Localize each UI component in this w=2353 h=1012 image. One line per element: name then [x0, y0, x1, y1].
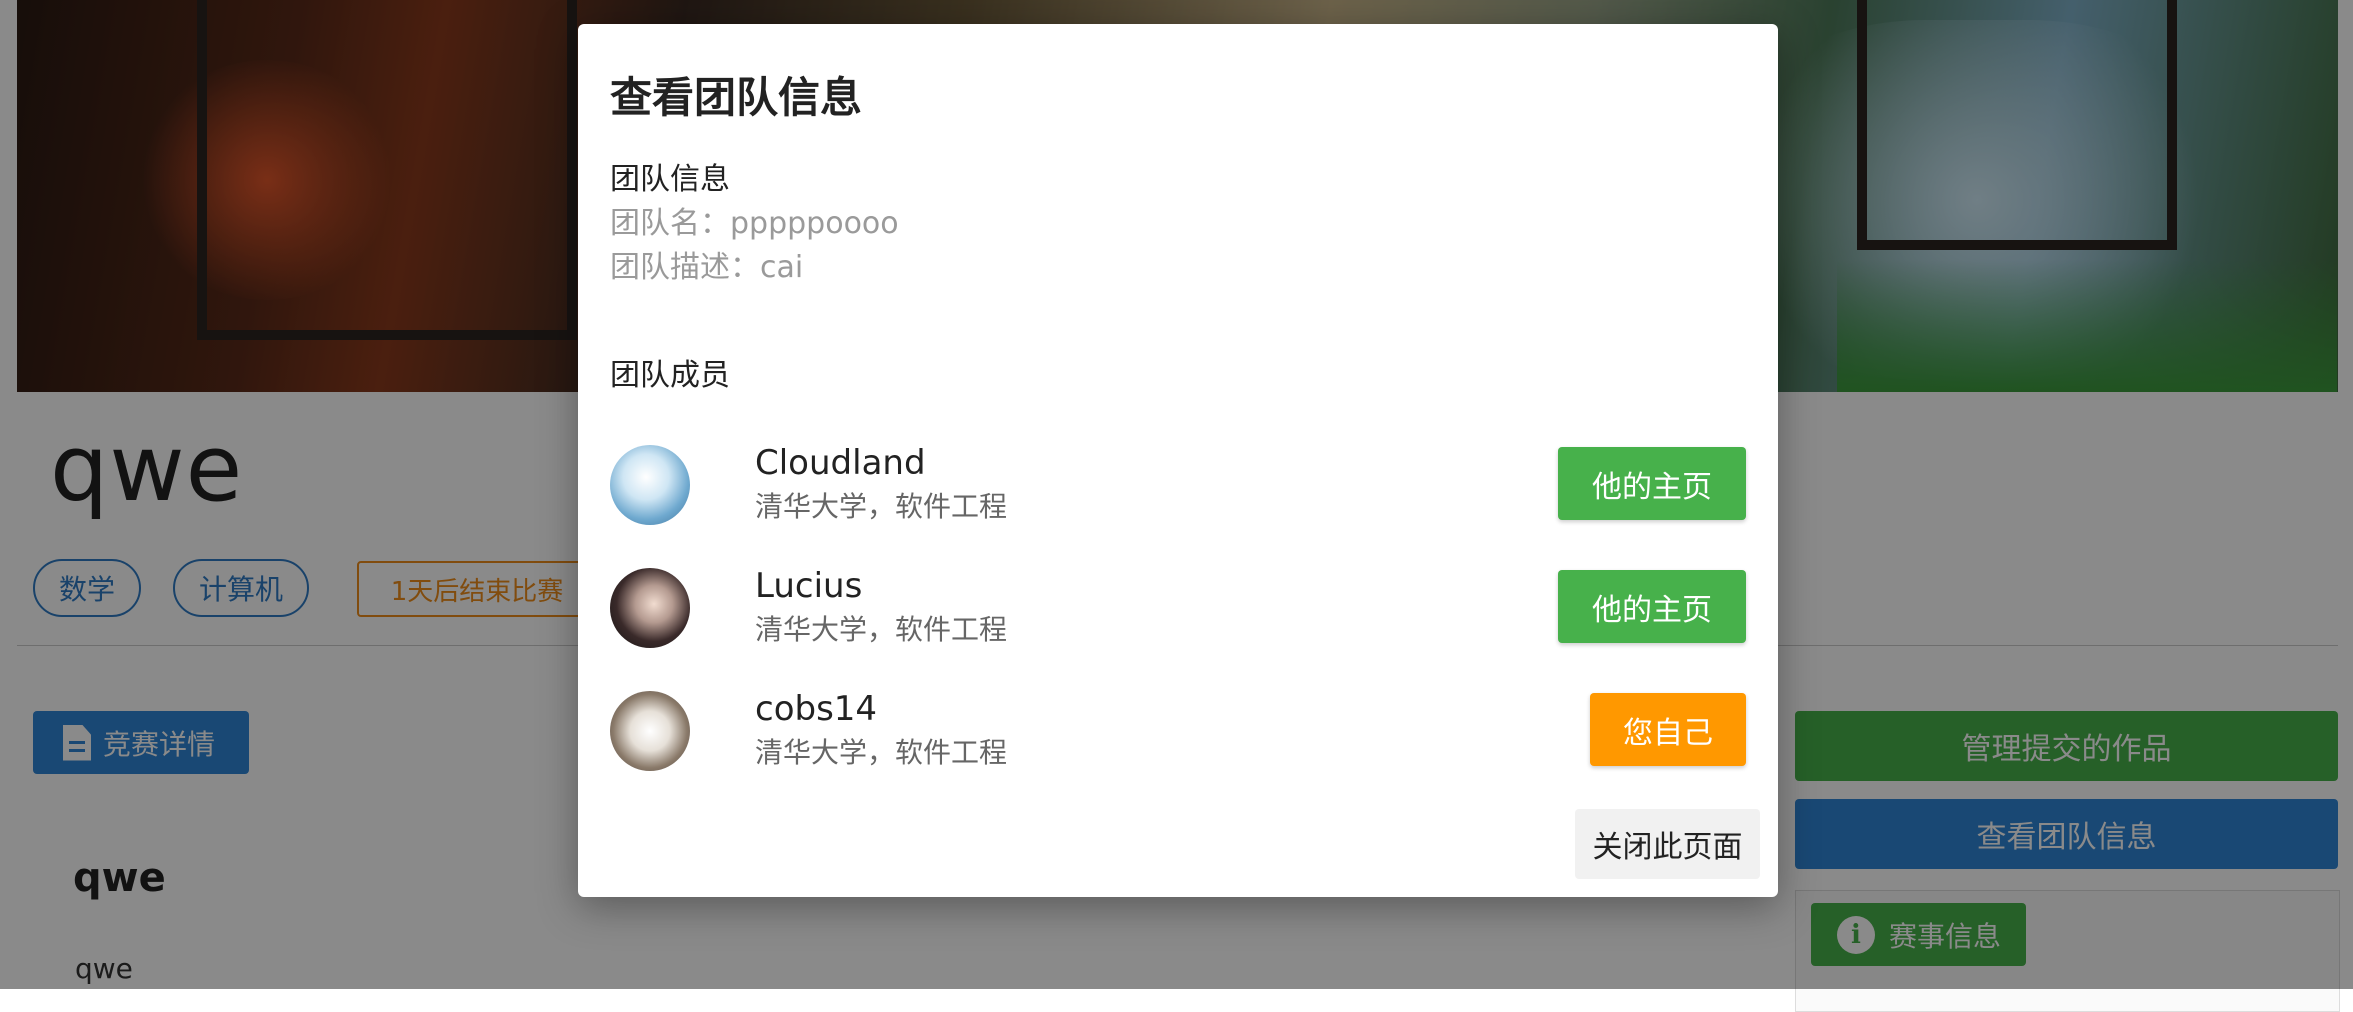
avatar	[610, 691, 690, 771]
member-row: Lucius 清华大学，软件工程 他的主页	[610, 566, 1746, 650]
team-members-heading: 团队成员	[610, 358, 730, 393]
team-info-heading: 团队信息	[610, 162, 730, 197]
team-name: 团队名：pppppoooo	[610, 206, 899, 241]
member-row: Cloudland 清华大学，软件工程 他的主页	[610, 443, 1746, 527]
member-name: Lucius	[755, 566, 863, 606]
avatar	[610, 445, 690, 525]
dialog-title: 查看团队信息	[610, 73, 863, 122]
member-school: 清华大学，软件工程	[755, 490, 1008, 523]
member-row: cobs14 清华大学，软件工程 您自己	[610, 689, 1746, 773]
avatar	[610, 568, 690, 648]
close-dialog-button[interactable]: 关闭此页面	[1575, 809, 1760, 879]
member-name: Cloudland	[755, 443, 926, 483]
member-homepage-button[interactable]: 他的主页	[1558, 570, 1746, 643]
member-school: 清华大学，软件工程	[755, 736, 1008, 769]
team-info-dialog: 查看团队信息 团队信息 团队名：pppppoooo 团队描述：cai 团队成员 …	[578, 24, 1778, 897]
self-indicator-button[interactable]: 您自己	[1590, 693, 1746, 766]
member-name: cobs14	[755, 689, 878, 729]
team-description: 团队描述：cai	[610, 250, 804, 285]
member-homepage-button[interactable]: 他的主页	[1558, 447, 1746, 520]
member-school: 清华大学，软件工程	[755, 613, 1008, 646]
